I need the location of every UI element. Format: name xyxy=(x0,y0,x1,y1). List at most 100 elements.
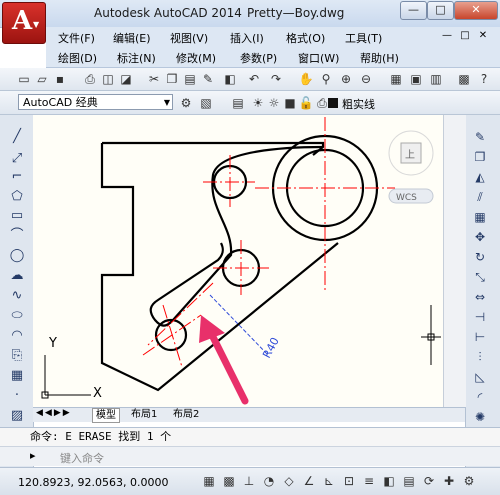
properties-icon[interactable]: ▦ xyxy=(388,71,404,87)
circle-icon[interactable]: ◯ xyxy=(8,247,26,265)
copy-icon[interactable]: ❐ xyxy=(164,71,180,87)
redo-icon[interactable]: ↷ xyxy=(268,71,284,87)
menu-modify[interactable]: 修改(M) xyxy=(176,50,216,66)
rectangle-icon[interactable]: ▭ xyxy=(8,207,26,225)
object-snap-tracking-icon[interactable]: ∠ xyxy=(300,472,318,490)
menu-window[interactable]: 窗口(W) xyxy=(298,50,339,66)
break-icon[interactable]: ⫶ xyxy=(471,348,489,366)
hatch-icon[interactable]: ▨ xyxy=(8,407,26,425)
rotate-icon[interactable]: ↻ xyxy=(471,248,489,266)
menu-help[interactable]: 帮助(H) xyxy=(360,50,399,66)
layer-manager-icon[interactable]: ▧ xyxy=(198,95,214,111)
move-icon[interactable]: ✥ xyxy=(471,228,489,246)
layer-name[interactable]: 粗实线 xyxy=(342,96,375,112)
workspace-dropdown[interactable]: AutoCAD 经典 ▼ xyxy=(18,94,173,110)
block-editor-icon[interactable]: ◧ xyxy=(222,71,238,87)
ellipse-icon[interactable]: ⬭ xyxy=(8,307,26,325)
calculator-icon[interactable]: ▩ xyxy=(456,71,472,87)
design-center-icon[interactable]: ▣ xyxy=(408,71,424,87)
chamfer-icon[interactable]: ◺ xyxy=(471,368,489,386)
stretch-icon[interactable]: ⇔ xyxy=(471,288,489,306)
close-button[interactable]: ✕ xyxy=(454,1,498,20)
snap-mode-icon[interactable]: ▦ xyxy=(200,472,218,490)
quick-properties-icon[interactable]: ▤ xyxy=(400,472,418,490)
selection-cycling-icon[interactable]: ⟳ xyxy=(420,472,438,490)
tool-palettes-icon[interactable]: ▥ xyxy=(428,71,444,87)
zoom-realtime-icon[interactable]: ⚲ xyxy=(318,71,334,87)
color-swatch-icon[interactable]: ■ xyxy=(282,95,298,111)
paste-icon[interactable]: ▤ xyxy=(182,71,198,87)
maximize-button[interactable]: □ xyxy=(427,1,454,20)
make-block-icon[interactable]: ▦ xyxy=(8,367,26,385)
new-file-icon[interactable]: ▭ xyxy=(16,71,32,87)
polyline-icon[interactable]: ⌐ xyxy=(8,168,26,186)
line-icon[interactable]: ╱ xyxy=(8,128,26,146)
workspace-switch-icon[interactable]: ⚙ xyxy=(460,472,478,490)
pan-icon[interactable]: ✋ xyxy=(298,71,314,87)
lineweight-icon[interactable]: ≡ xyxy=(360,472,378,490)
point-icon[interactable]: · xyxy=(8,387,26,405)
trim-icon[interactable]: ⊣ xyxy=(471,308,489,326)
match-properties-icon[interactable]: ✎ xyxy=(200,71,216,87)
scale-icon[interactable]: ⤡ xyxy=(471,268,489,286)
polar-tracking-icon[interactable]: ◔ xyxy=(260,472,278,490)
tab-layout1[interactable]: 布局1 xyxy=(128,408,160,421)
array-icon[interactable]: ▦ xyxy=(471,208,489,226)
publish-icon[interactable]: ◪ xyxy=(118,71,134,87)
workspace-settings-icon[interactable]: ⚙ xyxy=(178,95,194,111)
lock-icon[interactable]: 🔓 xyxy=(298,95,314,111)
viewcube[interactable]: 上 WCS xyxy=(388,130,434,204)
vertical-scrollbar[interactable] xyxy=(443,115,466,407)
ortho-mode-icon[interactable]: ⊥ xyxy=(240,472,258,490)
layer-properties-icon[interactable]: ▤ xyxy=(230,95,246,111)
zoom-previous-icon[interactable]: ⊖ xyxy=(358,71,374,87)
insert-block-icon[interactable]: ⎘ xyxy=(8,347,26,365)
sun-freeze-icon[interactable]: ☼ xyxy=(266,95,282,111)
open-file-icon[interactable]: ▱ xyxy=(34,71,50,87)
help-icon[interactable]: ? xyxy=(476,71,492,87)
ellipse-arc-icon[interactable]: ◠ xyxy=(8,327,26,345)
spline-icon[interactable]: ∿ xyxy=(8,287,26,305)
grid-display-icon[interactable]: ▩ xyxy=(220,472,238,490)
object-snap-icon[interactable]: ◇ xyxy=(280,472,298,490)
menu-file[interactable]: 文件(F) xyxy=(58,30,95,46)
erase-icon[interactable]: ✎ xyxy=(471,128,489,146)
explode-icon[interactable]: ✺ xyxy=(471,408,489,426)
copy-object-icon[interactable]: ❐ xyxy=(471,148,489,166)
offset-icon[interactable]: ⫽ xyxy=(471,188,489,206)
menu-dimension[interactable]: 标注(N) xyxy=(117,50,156,66)
transparency-icon[interactable]: ◧ xyxy=(380,472,398,490)
annotation-monitor-icon[interactable]: ✚ xyxy=(440,472,458,490)
lightbulb-icon[interactable]: ☀ xyxy=(250,95,266,111)
application-menu-button[interactable]: A ▼ xyxy=(2,2,46,44)
mdi-close-button[interactable]: ✕ xyxy=(476,30,490,41)
save-icon[interactable]: ▪ xyxy=(52,71,68,87)
fillet-icon[interactable]: ◜ xyxy=(471,388,489,406)
cut-icon[interactable]: ✂ xyxy=(146,71,162,87)
mdi-restore-button[interactable]: □ xyxy=(458,30,472,41)
zoom-window-icon[interactable]: ⊕ xyxy=(338,71,354,87)
drawing-canvas[interactable]: R40 Y X 上 WCS xyxy=(33,115,443,407)
construction-line-icon[interactable]: ⤢ xyxy=(8,150,26,168)
arc-icon[interactable]: ⌒ xyxy=(8,227,26,245)
mirror-icon[interactable]: ◭ xyxy=(471,168,489,186)
mdi-minimize-button[interactable]: — xyxy=(440,30,454,41)
tab-model[interactable]: 模型 xyxy=(92,408,120,423)
menu-insert[interactable]: 插入(I) xyxy=(230,30,264,46)
menu-format[interactable]: 格式(O) xyxy=(286,30,325,46)
tab-layout2[interactable]: 布局2 xyxy=(170,408,202,421)
menu-parametric[interactable]: 参数(P) xyxy=(240,50,277,66)
undo-icon[interactable]: ↶ xyxy=(246,71,262,87)
polygon-icon[interactable]: ⬠ xyxy=(8,188,26,206)
revision-cloud-icon[interactable]: ☁ xyxy=(8,267,26,285)
command-input-bar[interactable]: ▸ 键入命令 xyxy=(0,446,500,466)
menu-draw[interactable]: 绘图(D) xyxy=(58,50,97,66)
print-icon[interactable]: ⎙ xyxy=(82,71,98,87)
menu-edit[interactable]: 编辑(E) xyxy=(113,30,151,46)
menu-tools[interactable]: 工具(T) xyxy=(345,30,382,46)
tab-navigation-icon[interactable]: ◀◀▶▶ xyxy=(36,408,72,418)
dynamic-ucs-icon[interactable]: ⊾ xyxy=(320,472,338,490)
extend-icon[interactable]: ⊢ xyxy=(471,328,489,346)
minimize-button[interactable]: — xyxy=(400,1,427,20)
dynamic-input-icon[interactable]: ⊡ xyxy=(340,472,358,490)
